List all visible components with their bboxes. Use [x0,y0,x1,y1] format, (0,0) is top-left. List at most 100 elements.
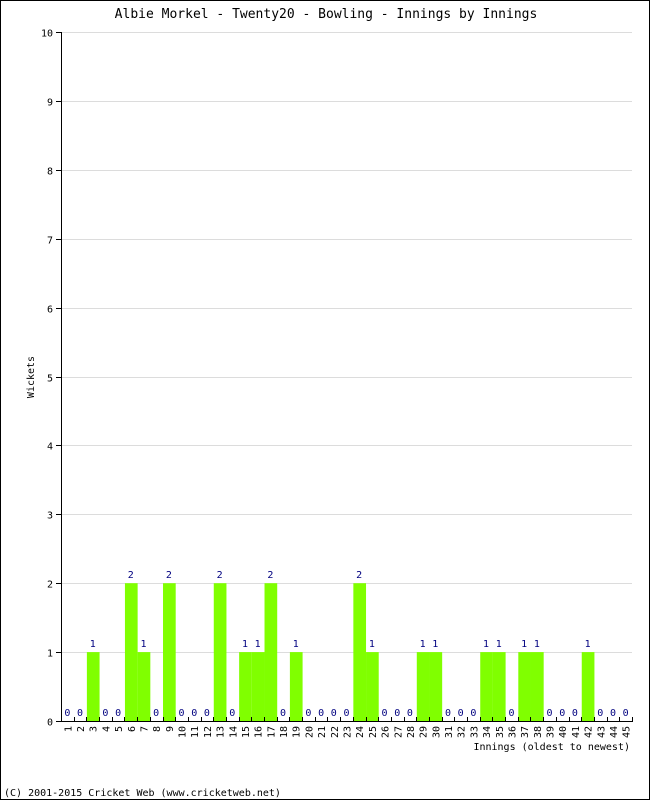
x-tick-label: 27 [393,726,404,738]
x-tick-label: 24 [355,726,366,738]
data-label: 1 [521,639,527,650]
bar [239,652,252,721]
x-tick-label: 36 [507,726,518,738]
copyright-footer: (C) 2001-2015 Cricket Web (www.cricketwe… [4,788,281,799]
data-label: 0 [394,708,400,719]
data-label: 0 [382,708,388,719]
x-tick-label: 2 [76,726,87,732]
y-tick-label: 0 [47,718,53,729]
x-tick-label: 37 [520,726,531,738]
x-tick-label: 33 [469,726,480,738]
bar [163,583,176,721]
data-label: 0 [153,708,159,719]
x-tick-label: 44 [609,726,620,738]
x-tick-label: 14 [228,726,239,738]
x-tick-label: 29 [419,726,430,738]
bar [124,583,138,721]
x-tick-label: 42 [584,726,595,738]
data-label: 1 [242,639,248,650]
x-tick-label: 8 [152,726,163,732]
data-label: 0 [572,708,578,719]
x-tick-label: 32 [457,726,468,738]
data-label: 0 [343,708,349,719]
x-tick-label: 17 [266,726,277,738]
bar [353,583,367,721]
data-label: 1 [534,639,540,650]
x-tick-label: 7 [139,726,150,732]
bar [289,652,303,721]
x-tick-label: 26 [381,726,392,738]
data-label: 0 [179,708,185,719]
data-label: 1 [585,639,591,650]
data-label: 0 [623,708,629,719]
data-label: 0 [458,708,464,719]
x-tick-label: 30 [431,726,442,738]
bar [530,652,544,721]
data-label: 2 [267,570,273,581]
bar-chart: Albie Morkel - Twenty20 - Bowling - Inni… [4,7,633,799]
y-tick-label: 4 [47,442,53,453]
x-tick-labels: 1 2 3 4 5 6 7 8 9 10 11 12 13 14 15 16 17 18 19 20 21 22 23 24 2… [63,726,632,738]
bar [416,652,430,721]
y-tick-label: 9 [47,98,53,109]
data-label: 0 [597,708,603,719]
x-tick-label: 4 [101,726,112,732]
y-tick-label: 1 [47,649,53,660]
x-tick-label: 25 [368,726,379,738]
data-label: 0 [64,708,70,719]
data-label: 0 [508,708,514,719]
data-label: 1 [420,639,426,650]
data-label: 1 [255,639,261,650]
bar [518,652,531,721]
x-tick-label: 6 [127,726,138,732]
x-tick-label: 5 [114,726,125,732]
bar [581,652,595,721]
x-tick-label: 3 [89,726,100,732]
y-tick-label: 5 [47,374,53,385]
y-tick-label: 8 [47,167,53,178]
x-tick-label: 9 [165,726,176,732]
y-tick-label: 7 [47,236,53,247]
data-label: 1 [432,639,438,650]
data-label: 2 [217,570,223,581]
bar [492,652,506,721]
y-tick-label: 10 [41,29,53,40]
x-tick-label: 22 [330,726,341,738]
x-tick-label: 20 [304,726,315,738]
y-tick-label: 2 [47,580,53,591]
data-label: 0 [318,708,324,719]
x-tick-label: 40 [558,726,569,738]
bar [251,652,265,721]
data-label: 0 [559,708,565,719]
data-label: 0 [115,708,121,719]
y-tick-labels: 0 1 2 3 4 5 6 7 8 9 10 [41,29,53,729]
data-label: 0 [280,708,286,719]
x-tick-label: 41 [571,726,582,738]
data-label: 0 [191,708,197,719]
y-tick-label: 3 [47,511,53,522]
data-label: 1 [369,639,375,650]
data-label: 0 [445,708,451,719]
data-label: 0 [547,708,553,719]
x-tick-label: 11 [190,726,201,738]
data-label: 1 [483,639,489,650]
x-tick-label: 1 [63,726,74,732]
chart-frame: Albie Morkel - Twenty20 - Bowling - Inni… [0,0,650,800]
data-label: 0 [204,708,210,719]
x-tick-label: 38 [533,726,544,738]
x-tick-label: 10 [178,726,189,738]
bar [86,652,100,721]
x-tick-label: 43 [596,726,607,738]
x-tick-label: 13 [216,726,227,738]
bar [137,652,151,721]
x-tick-label: 18 [279,726,290,738]
data-label: 0 [305,708,311,719]
data-label: 0 [229,708,235,719]
x-tick-label: 45 [622,726,633,738]
data-label: 0 [331,708,337,719]
bar [366,652,379,721]
data-label: 2 [166,570,172,581]
data-label: 0 [407,708,413,719]
data-label: 0 [102,708,108,719]
data-label: 0 [77,708,83,719]
